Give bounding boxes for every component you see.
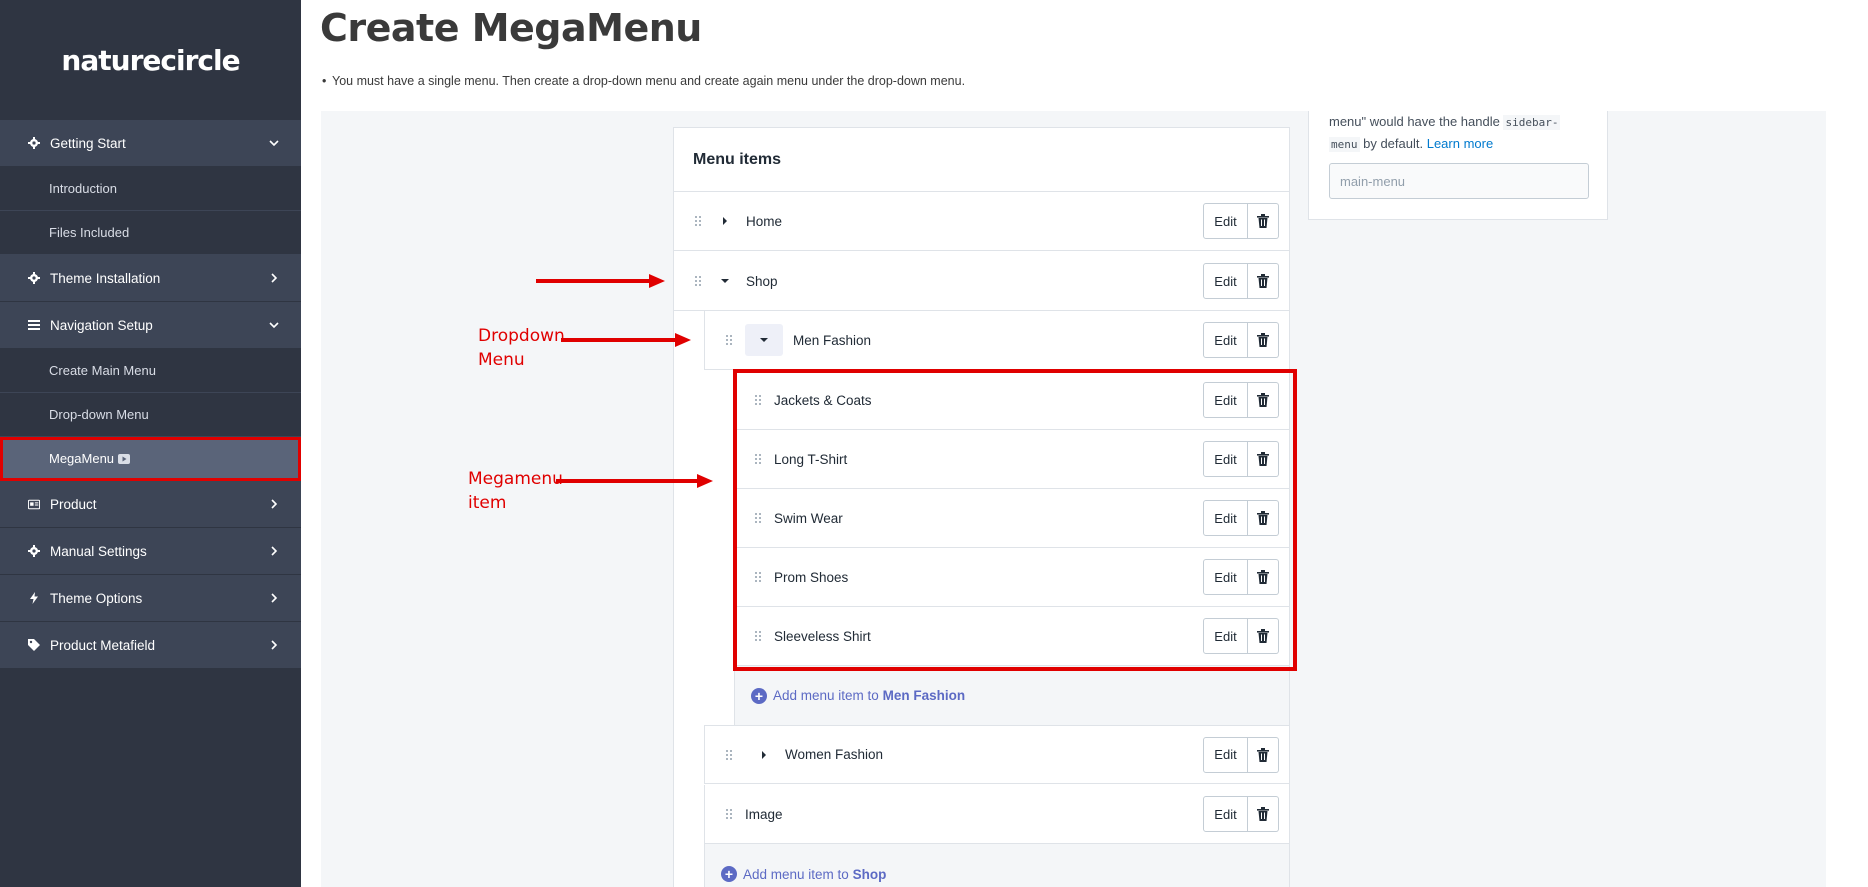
main-content: Create MegaMenu You must have a single m… xyxy=(301,0,1868,887)
bars-icon xyxy=(28,319,40,331)
drag-handle-icon[interactable] xyxy=(725,749,733,761)
handle-text: by default. xyxy=(1359,136,1427,151)
handle-description: menu" would have the handle sidebar-menu… xyxy=(1329,111,1599,155)
arrow-to-men-fashion xyxy=(561,333,691,347)
sidebar-item-label: Theme Options xyxy=(50,590,143,606)
megamenu-highlight-box xyxy=(733,369,1297,671)
edit-button[interactable]: Edit xyxy=(1203,796,1248,832)
chevron-right-icon xyxy=(271,593,278,603)
annotation-arrows xyxy=(536,274,713,488)
gear-icon xyxy=(28,272,40,284)
handle-code: menu xyxy=(1329,137,1360,152)
brand-logo[interactable]: naturecircle xyxy=(0,0,301,120)
plus-circle-icon: + xyxy=(721,866,737,882)
sidebar-item-label: Getting Start xyxy=(50,135,126,151)
page-title: Create MegaMenu xyxy=(320,6,702,50)
add-menu-item-men-fashion[interactable]: + Add menu item to Men Fashion xyxy=(734,666,1289,725)
sidebar: naturecircle Getting Start Introduction … xyxy=(0,0,301,887)
card-icon xyxy=(28,498,40,510)
menu-item-row[interactable]: Men Fashion Edit xyxy=(704,311,1289,370)
sidebar-item-megamenu[interactable]: MegaMenu xyxy=(0,437,301,481)
edit-button[interactable]: Edit xyxy=(1203,736,1248,773)
sidebar-item-navigation-setup[interactable]: Navigation Setup xyxy=(0,302,301,349)
menu-item-row[interactable]: Home Edit xyxy=(674,192,1289,251)
learn-more-link[interactable]: Learn more xyxy=(1427,136,1493,151)
menu-item-label: Shop xyxy=(746,273,778,289)
edit-button[interactable]: Edit xyxy=(1203,322,1248,358)
sidebar-item-product[interactable]: Product xyxy=(0,481,301,528)
menu-item-label: Women Fashion xyxy=(785,747,884,762)
sidebar-item-label: Introduction xyxy=(49,181,117,196)
screenshot-canvas: menu" would have the handle sidebar-menu… xyxy=(321,111,1826,887)
handle-code: sidebar- xyxy=(1503,115,1561,130)
plus-circle-icon: + xyxy=(751,687,767,704)
delete-button[interactable] xyxy=(1248,322,1279,358)
add-target: Men Fashion xyxy=(882,688,966,703)
gear-icon xyxy=(28,545,40,557)
trash-icon xyxy=(1257,274,1269,288)
menu-item-label: Home xyxy=(746,213,783,229)
sidebar-item-files-included[interactable]: Files Included xyxy=(0,211,301,255)
edit-button[interactable]: Edit xyxy=(1203,263,1248,299)
sidebar-item-introduction[interactable]: Introduction xyxy=(0,167,301,211)
sidebar-item-theme-options[interactable]: Theme Options xyxy=(0,575,301,622)
handle-text: menu" would have the handle xyxy=(1329,114,1504,129)
chevron-right-icon xyxy=(271,273,278,283)
tag-icon xyxy=(28,639,40,651)
arrow-to-shop xyxy=(536,274,665,288)
sidebar-item-getting-start[interactable]: Getting Start xyxy=(0,120,301,167)
instruction-note: You must have a single menu. Then create… xyxy=(322,74,965,88)
chevron-right-icon xyxy=(271,546,278,556)
caret-down-icon[interactable] xyxy=(745,324,783,356)
arrow-to-megamenu-items xyxy=(556,474,713,488)
chevron-down-icon xyxy=(269,140,279,147)
sidebar-item-label: Files Included xyxy=(49,225,130,240)
card-title: Menu items xyxy=(674,128,1289,192)
sidebar-item-manual-settings[interactable]: Manual Settings xyxy=(0,528,301,575)
video-icon xyxy=(118,453,131,464)
sidebar-item-label: MegaMenu xyxy=(49,451,115,466)
menu-item-label: Image xyxy=(745,806,783,822)
add-prefix: Add menu item to xyxy=(743,866,849,882)
menu-item-row[interactable]: Women Fashion Edit xyxy=(704,725,1289,784)
delete-button[interactable] xyxy=(1248,736,1279,773)
menu-item-label: Men Fashion xyxy=(793,332,872,348)
sidebar-item-create-main-menu[interactable]: Create Main Menu xyxy=(0,349,301,393)
handle-input[interactable] xyxy=(1329,163,1589,199)
sidebar-item-label: Theme Installation xyxy=(50,270,161,286)
sidebar-item-product-metafield[interactable]: Product Metafield xyxy=(0,622,301,669)
sidebar-item-label: Product Metafield xyxy=(50,637,156,653)
sidebar-item-label: Create Main Menu xyxy=(49,363,156,378)
sidebar-item-theme-installation[interactable]: Theme Installation xyxy=(0,255,301,302)
sidebar-nav: Getting Start Introduction Files Include… xyxy=(0,120,301,669)
menu-item-row[interactable]: Image Edit xyxy=(704,785,1289,844)
add-menu-item-shop[interactable]: + Add menu item to Shop xyxy=(704,844,1289,887)
chevron-down-icon xyxy=(269,322,279,329)
sidebar-item-dropdown-menu[interactable]: Drop-down Menu xyxy=(0,393,301,437)
trash-icon xyxy=(1257,333,1269,347)
gear-icon xyxy=(28,137,40,149)
edit-button[interactable]: Edit xyxy=(1203,203,1248,239)
delete-button[interactable] xyxy=(1248,263,1279,299)
brand-name: naturecircle xyxy=(61,43,240,77)
drag-handle-icon[interactable] xyxy=(725,808,733,820)
chevron-right-icon xyxy=(271,499,278,509)
add-prefix: Add menu item to xyxy=(773,688,879,703)
sidebar-item-label: Navigation Setup xyxy=(50,317,153,333)
trash-icon xyxy=(1257,807,1269,821)
delete-button[interactable] xyxy=(1248,203,1279,239)
trash-icon xyxy=(1257,214,1269,228)
trash-icon xyxy=(1257,747,1269,762)
delete-button[interactable] xyxy=(1248,796,1279,832)
add-target: Shop xyxy=(852,866,887,882)
sidebar-item-label: Manual Settings xyxy=(50,543,147,559)
chevron-right-icon xyxy=(271,640,278,650)
menu-item-row[interactable]: Shop Edit xyxy=(674,252,1289,311)
handle-panel: menu" would have the handle sidebar-menu… xyxy=(1308,111,1608,220)
bolt-icon xyxy=(28,592,40,604)
sidebar-item-label: Drop-down Menu xyxy=(49,407,149,422)
caret-right-icon[interactable] xyxy=(753,744,775,766)
sidebar-item-label: Product xyxy=(50,496,97,512)
